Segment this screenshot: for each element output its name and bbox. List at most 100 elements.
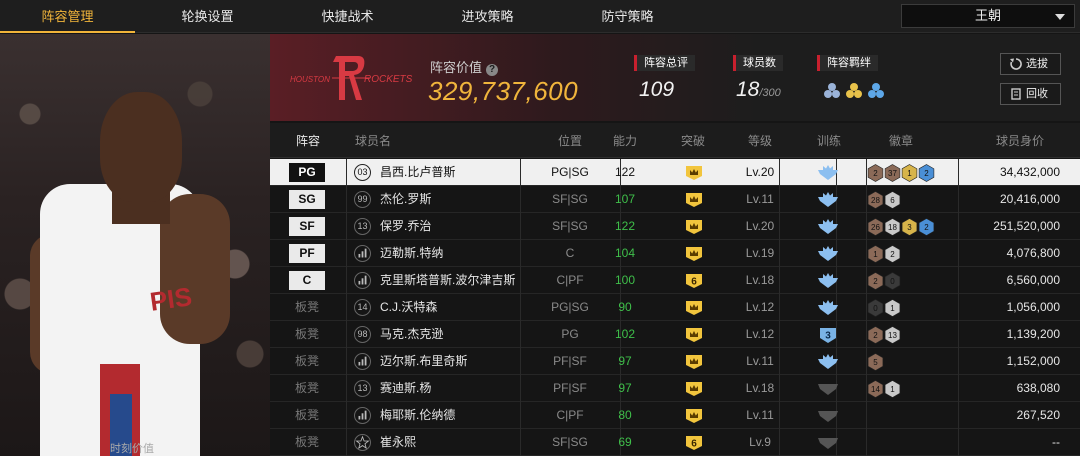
help-icon[interactable]: ?: [486, 64, 499, 76]
rank-bars-icon: [354, 407, 371, 424]
rank-bars-icon: [354, 245, 371, 262]
badge-list[interactable]: 2 37 1 2: [867, 163, 935, 183]
badge-list[interactable]: 5: [867, 352, 884, 372]
training-icon[interactable]: [816, 434, 840, 452]
svg-text:28: 28: [871, 196, 880, 205]
player-name[interactable]: 迈尔斯.布里奇斯: [380, 348, 467, 375]
training-icon[interactable]: [816, 245, 840, 263]
column-divider: [346, 321, 347, 348]
player-value: 6,560,000: [1006, 273, 1060, 287]
roster-table-header: 阵容 球员名 位置 能力 突破 等级 训练 徽章 球员身价: [270, 123, 1080, 158]
player-ability: 69: [618, 435, 632, 449]
badge-list[interactable]: 01: [867, 298, 901, 318]
table-row[interactable]: C 克里斯塔普斯.波尔津吉斯 C|PF 100 6 Lv.18 2 0 6,560,000: [270, 267, 1080, 294]
team-logo: HOUSTON ROCKETS: [290, 56, 413, 100]
table-row[interactable]: SG 99 杰伦.罗斯 SF|SG 107 Lv.11 28 6 20,416,000: [270, 186, 1080, 213]
jersey-number: 99: [354, 191, 371, 208]
training-icon[interactable]: [816, 164, 840, 182]
column-header-1[interactable]: 球员名: [355, 123, 465, 158]
player-name[interactable]: 克里斯塔普斯.波尔津吉斯: [380, 267, 515, 294]
chevron-down-icon[interactable]: [1055, 14, 1065, 20]
training-icon[interactable]: [816, 380, 840, 398]
rank-bars-icon: [354, 353, 371, 370]
slot-bench: 板凳: [294, 408, 319, 422]
player-name[interactable]: 梅耶斯.伦纳德: [380, 402, 455, 429]
training-icon[interactable]: [816, 299, 840, 317]
training-icon[interactable]: [816, 407, 840, 425]
player-count-label: 球员数: [733, 55, 783, 71]
player-level: Lv.18: [745, 273, 775, 287]
training-icon[interactable]: 3: [816, 326, 840, 344]
team-dropdown[interactable]: 王朝: [901, 4, 1075, 28]
jersey-number: 03: [354, 164, 371, 181]
player-ability: 122: [614, 165, 636, 179]
player-value: 638,080: [1016, 381, 1060, 395]
table-row[interactable]: 板凳 崔永熙 SF|SG 69 6 Lv.9 --: [270, 429, 1080, 456]
slot-badge: SG: [289, 190, 325, 209]
player-name[interactable]: 杰伦.罗斯: [380, 186, 431, 213]
breakthrough-icon: [686, 355, 702, 369]
training-icon[interactable]: [816, 353, 840, 371]
column-header-8[interactable]: 球员身价: [970, 123, 1070, 158]
slot-bench: 板凳: [294, 381, 319, 395]
badge-list[interactable]: 12: [867, 244, 901, 264]
overall-value: 109: [639, 78, 675, 101]
player-name[interactable]: 崔永熙: [380, 429, 416, 456]
breakthrough-icon: [686, 247, 702, 261]
player-level: Lv.20: [745, 165, 775, 179]
table-row[interactable]: SF 13 保罗.乔治 SF|SG 122 Lv.20 26 18 3 2 251,520,000: [270, 213, 1080, 240]
column-divider: [346, 159, 347, 186]
player-name[interactable]: 马克.杰克逊: [380, 321, 443, 348]
badge-list[interactable]: 20: [867, 271, 901, 291]
player-count: 18/300: [736, 78, 781, 101]
bond-icon-1: [824, 83, 840, 98]
player-ability: 80: [618, 408, 632, 422]
tab-1[interactable]: 轮换设置: [140, 0, 275, 33]
badge-list[interactable]: 26 18 3 2: [867, 217, 935, 237]
breakthrough-icon: [686, 220, 702, 234]
column-divider: [866, 402, 867, 429]
slot-bench: 板凳: [294, 327, 319, 341]
player-photo: PIS: [0, 34, 270, 456]
table-row[interactable]: 板凳 梅耶斯.伦纳德 C|PF 80 Lv.11 267,520: [270, 402, 1080, 429]
tab-0[interactable]: 阵容管理: [0, 0, 135, 33]
select-button[interactable]: 选拔: [1000, 53, 1061, 75]
player-name[interactable]: C.J.沃特森: [380, 294, 437, 321]
table-row[interactable]: PF 迈勒斯.特纳 C 104 Lv.19 1 2 4,076,800: [270, 240, 1080, 267]
refresh-icon: [1010, 58, 1022, 70]
training-icon[interactable]: [816, 218, 840, 236]
player-name[interactable]: 昌西.比卢普斯: [380, 159, 455, 186]
column-header-0[interactable]: 阵容: [270, 123, 346, 158]
table-row[interactable]: 板凳 13 赛迪斯.杨 PF|SF 97 Lv.18 14 1 638,080: [270, 375, 1080, 402]
svg-text:26: 26: [871, 223, 880, 232]
player-value: 20,416,000: [999, 192, 1060, 206]
table-row[interactable]: 板凳 14 C.J.沃特森 PG|SG 90 Lv.12 0 1 1,056,000: [270, 294, 1080, 321]
overall-label: 阵容总评: [634, 55, 695, 71]
recycle-button[interactable]: 回收: [1000, 83, 1061, 105]
svg-text:14: 14: [871, 385, 880, 394]
column-divider: [958, 267, 959, 294]
column-divider: [346, 186, 347, 213]
player-name[interactable]: 迈勒斯.特纳: [380, 240, 443, 267]
breakthrough-icon: [686, 301, 702, 315]
breakthrough-icon: [686, 328, 702, 342]
player-value: 1,139,200: [1006, 327, 1060, 341]
column-header-7[interactable]: 徽章: [836, 123, 966, 158]
badge-list[interactable]: 2 13: [867, 325, 901, 345]
tab-2[interactable]: 快捷战术: [280, 0, 415, 33]
table-row[interactable]: PG 03 昌西.比卢普斯 PG|SG 122 Lv.20 2 37 1 2 34,432,000: [270, 159, 1080, 186]
column-divider: [958, 321, 959, 348]
tab-3[interactable]: 进攻策略: [420, 0, 555, 33]
table-row[interactable]: 板凳 迈尔斯.布里奇斯 PF|SF 97 Lv.11 5 1,152,000: [270, 348, 1080, 375]
table-row[interactable]: 板凳 98 马克.杰克逊 PG 102 Lv.12 3 2 13 1,139,200: [270, 321, 1080, 348]
tab-4[interactable]: 防守策略: [560, 0, 695, 33]
breakthrough-icon: [686, 382, 702, 396]
badge-list[interactable]: 14 1: [867, 379, 901, 399]
training-icon[interactable]: [816, 191, 840, 209]
player-name[interactable]: 赛迪斯.杨: [380, 375, 431, 402]
player-name[interactable]: 保罗.乔治: [380, 213, 431, 240]
training-icon[interactable]: [816, 272, 840, 290]
bonds-icons[interactable]: [823, 80, 893, 100]
badge-list[interactable]: 28 6: [867, 190, 901, 210]
svg-text:1: 1: [873, 250, 878, 259]
